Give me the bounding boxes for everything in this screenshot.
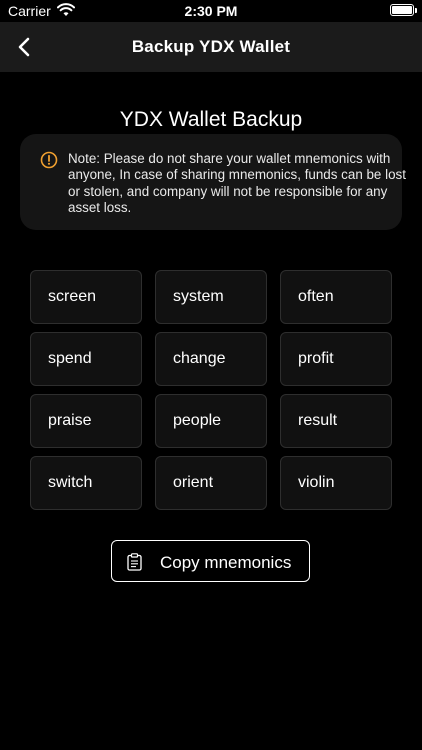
battery-icon xyxy=(390,4,414,16)
mnemonic-word: praise xyxy=(30,394,142,448)
mnemonic-word: often xyxy=(280,270,392,324)
copy-mnemonics-button[interactable]: Copy mnemonics xyxy=(111,540,310,582)
mnemonic-word: people xyxy=(155,394,267,448)
clipboard-icon xyxy=(127,553,142,571)
copy-mnemonics-label: Copy mnemonics xyxy=(160,553,292,572)
warning-note-card: Note: Please do not share your wallet mn… xyxy=(20,134,406,230)
mnemonic-word: switch xyxy=(30,456,142,510)
nav-title: Backup YDX Wallet xyxy=(131,37,291,56)
warning-note-text: Note: Please do not share your wallet mn… xyxy=(68,151,406,215)
mnemonic-word: result xyxy=(280,394,392,448)
mnemonic-word: spend xyxy=(30,332,142,386)
mnemonic-word: system xyxy=(155,270,267,324)
battery-tip xyxy=(415,8,417,13)
status-time: 2:30 PM xyxy=(184,3,238,19)
mnemonic-word: orient xyxy=(155,456,267,510)
page-title: YDX Wallet Backup xyxy=(119,108,303,131)
mnemonic-word: violin xyxy=(280,456,392,510)
warning-circle-icon xyxy=(40,151,58,169)
mnemonic-word: change xyxy=(155,332,267,386)
mnemonic-word: profit xyxy=(280,332,392,386)
status-bar: Carrier 2:30 PM xyxy=(0,0,422,22)
mnemonic-word: screen xyxy=(30,270,142,324)
mnemonic-word-grid: screen system often spend change profit … xyxy=(30,270,393,510)
navigation-bar: Backup YDX Wallet xyxy=(0,22,422,72)
